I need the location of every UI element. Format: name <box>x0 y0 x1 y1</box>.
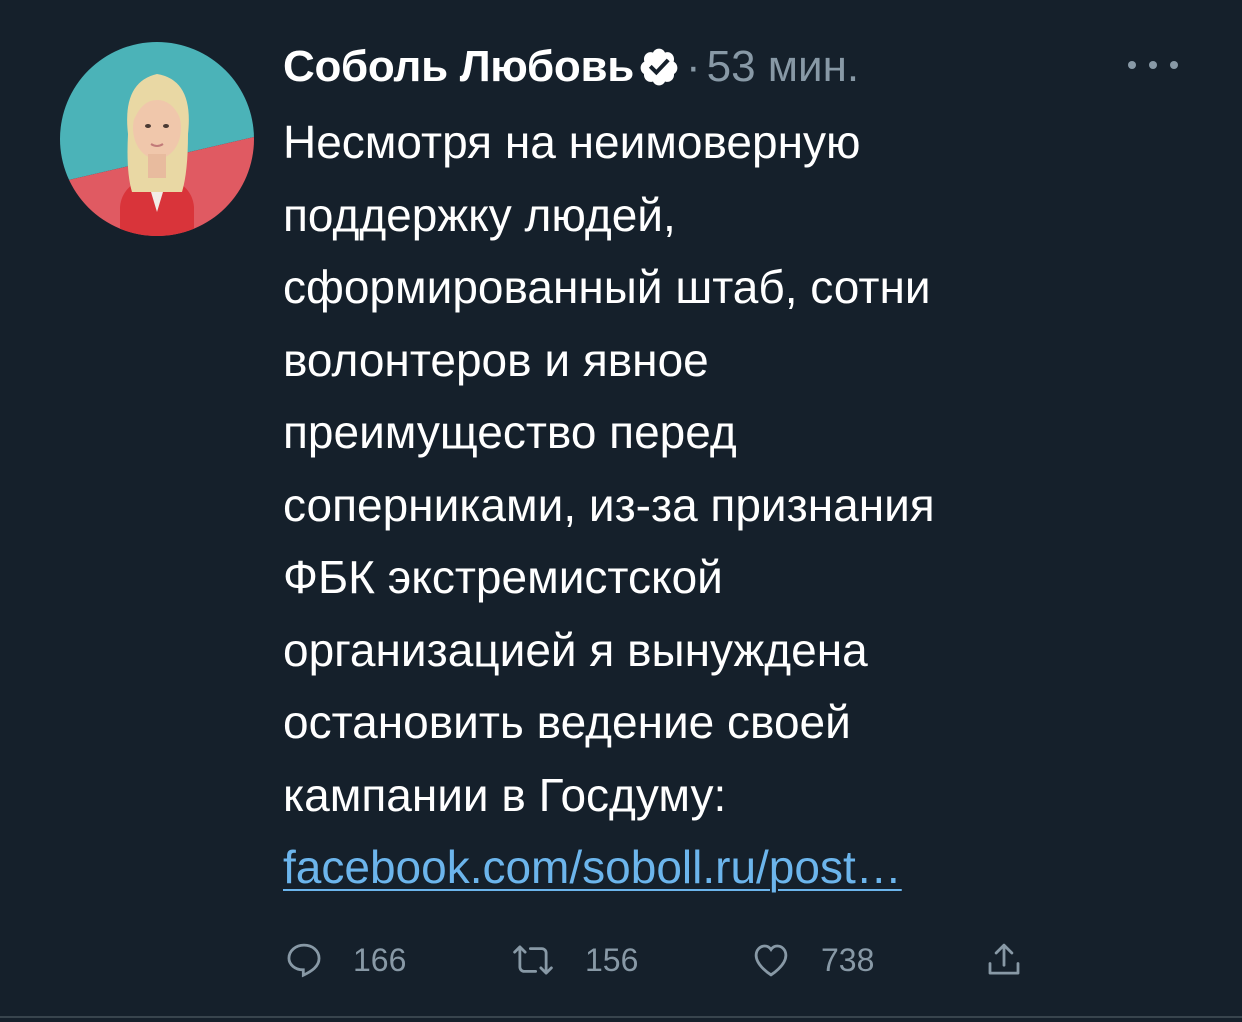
separator-dot: · <box>685 42 701 91</box>
tweet-text-line: ФБК экстремистской <box>283 551 723 603</box>
tweet-timestamp[interactable]: 53 мин. <box>707 42 860 92</box>
tweet-text-line: Несмотря на неимоверную <box>283 116 861 168</box>
tweet[interactable]: Соболь Любовь · 53 мин. Несмотря на неим… <box>0 0 1242 1022</box>
tweet-text-line: преимущество перед <box>283 406 737 458</box>
tweet-text: Несмотря на неимоверную поддержку людей,… <box>283 106 1183 904</box>
avatar[interactable] <box>60 42 254 236</box>
tweet-text-line: организацией я вынуждена <box>283 623 868 676</box>
share-icon <box>983 939 1025 981</box>
reply-icon <box>283 939 325 981</box>
retweet-button[interactable]: 156 <box>509 932 638 988</box>
author-name[interactable]: Соболь Любовь <box>283 42 634 92</box>
share-button[interactable] <box>983 932 1025 988</box>
tweet-header: Соболь Любовь · 53 мин. <box>283 36 859 98</box>
tweet-actions: 166 156 738 <box>283 932 1063 988</box>
tweet-text-line: сформированный штаб, сотни <box>283 261 931 313</box>
like-count: 738 <box>821 941 875 978</box>
divider <box>0 1016 1242 1018</box>
verified-badge-icon <box>638 46 680 88</box>
reply-button[interactable]: 166 <box>283 932 406 988</box>
reply-count: 166 <box>353 941 407 978</box>
tweet-text-line: остановить ведение своей <box>283 696 851 748</box>
heart-icon <box>749 939 793 981</box>
more-icon[interactable] <box>1128 50 1178 80</box>
tweet-text-line: соперниками, из-за признания <box>283 478 935 531</box>
tweet-text-line: поддержку людей, <box>283 188 676 241</box>
retweet-count: 156 <box>585 941 639 978</box>
tweet-text-line: кампании в Госдуму: <box>283 768 727 821</box>
tweet-text-line: волонтеров и явное <box>283 333 709 386</box>
tweet-link[interactable]: facebook.com/soboll.ru/post… <box>283 841 902 893</box>
like-button[interactable]: 738 <box>749 932 874 988</box>
retweet-icon <box>509 939 557 981</box>
